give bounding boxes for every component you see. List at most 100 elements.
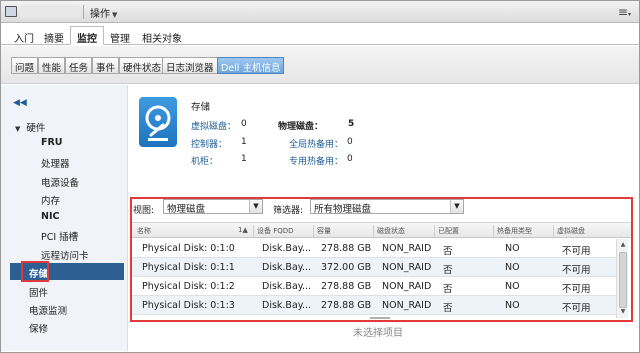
- column-header-name[interactable]: 名称: [137, 226, 151, 236]
- kv-value: 1: [241, 154, 247, 164]
- tab-related-objects[interactable]: 相关对象: [135, 26, 189, 45]
- cell-name: Physical Disk: 0:1:2: [142, 281, 235, 292]
- kv-label: 物理磁盘：: [278, 122, 324, 132]
- nav-item-pci-slots[interactable]: PCI 插槽: [41, 229, 78, 243]
- actions-menu-label: 操作: [90, 9, 110, 20]
- column-header-hot-spare-type[interactable]: 热备用类型: [497, 226, 532, 236]
- kv-physical-disks: 物理磁盘： 5: [278, 119, 354, 132]
- kv-label: 控制器：: [191, 140, 228, 150]
- chevron-down-icon: ▼: [450, 200, 463, 213]
- kv-value: 0: [347, 154, 353, 164]
- sort-indicator[interactable]: 1▲: [238, 226, 248, 234]
- tab-issues[interactable]: 问题: [11, 57, 39, 74]
- kv-label: 专用热备用：: [289, 157, 344, 167]
- cell-configured: 否: [443, 246, 453, 257]
- tab-dell-host-info[interactable]: Dell 主机信息: [217, 57, 285, 74]
- filter-row: 视图: 物理磁盘 ▼ 筛选器: 所有物理磁盘 ▼: [132, 199, 631, 217]
- cell-disk-status: NON_RAID: [382, 262, 432, 273]
- kv-controllers: 控制器： 1: [191, 137, 247, 150]
- tab-getting-started[interactable]: 入门: [7, 26, 41, 45]
- cell-capacity: 278.88 GB: [321, 281, 372, 292]
- cell-fqdd: Disk.Bay....: [262, 262, 312, 273]
- grid-scrollbar[interactable]: ▲ ▼: [616, 239, 628, 318]
- cell-disk-status: NON_RAID: [382, 281, 432, 292]
- cell-hot-spare: NO: [505, 300, 520, 311]
- tab-manage[interactable]: 管理: [103, 26, 137, 45]
- table-row[interactable]: Physical Disk: 0:1:0 Disk.Bay.... 278.88…: [132, 239, 616, 258]
- tab-monitor[interactable]: 监控: [70, 26, 104, 45]
- column-header-fqdd[interactable]: 设备 FQDD: [257, 226, 294, 236]
- kv-virtual-disks: 虚拟磁盘： 0: [191, 119, 247, 132]
- cell-configured: 否: [443, 303, 453, 314]
- cell-disk-status: NON_RAID: [382, 300, 432, 311]
- expand-triangle-icon: ▼: [15, 125, 21, 133]
- nav-item-power-supply[interactable]: 电源设备: [41, 175, 79, 189]
- no-selection-text: 未选择项目: [353, 328, 403, 339]
- collapse-panel-icon[interactable]: ◀◀: [13, 98, 27, 108]
- column-divider: [253, 225, 254, 237]
- tab-performance[interactable]: 性能: [38, 57, 66, 74]
- column-header-capacity[interactable]: 容量: [317, 226, 331, 236]
- nav-item-remote-access-card[interactable]: 远程访问卡: [41, 248, 89, 262]
- nav-group-hardware[interactable]: ▼ 硬件: [15, 120, 45, 134]
- nav-item-warranty[interactable]: 保修: [29, 321, 48, 335]
- cell-hot-spare: NO: [505, 281, 520, 292]
- scroll-down-icon[interactable]: ▼: [618, 307, 628, 317]
- filter-label: 筛选器:: [273, 206, 304, 216]
- nav-item-power-monitoring[interactable]: 电源监测: [29, 303, 67, 317]
- cell-capacity: 278.88 GB: [321, 243, 372, 254]
- column-header-disk-status[interactable]: 磁盘状态: [377, 226, 405, 236]
- nav-item-fru[interactable]: FRU: [41, 137, 63, 148]
- tab-summary[interactable]: 摘要: [37, 26, 71, 45]
- column-divider: [493, 225, 494, 237]
- kv-value: 0: [241, 119, 247, 129]
- tab-tasks[interactable]: 任务: [65, 57, 93, 74]
- cell-configured: 否: [443, 284, 453, 295]
- hard-disk-icon: [139, 97, 177, 147]
- kv-value: 5: [348, 119, 355, 129]
- app-frame: ████████ 操作▼ ≡▾ 入门 摘要 监控 管理 相关对象 问题 性能 任…: [0, 0, 640, 353]
- highlight-box-storage: [21, 261, 49, 282]
- tab-events[interactable]: 事件: [92, 57, 120, 74]
- cell-fqdd: Disk.Bay....: [262, 243, 312, 254]
- cell-hot-spare: NO: [505, 262, 520, 273]
- cell-fqdd: Disk.Bay....: [262, 300, 312, 311]
- chevron-down-icon: ▼: [249, 200, 262, 213]
- table-row[interactable]: Physical Disk: 0:1:3 Disk.Bay.... 278.88…: [132, 296, 616, 315]
- nav-item-firmware[interactable]: 固件: [29, 285, 48, 299]
- host-name[interactable]: ████████: [20, 5, 80, 18]
- cell-virtual-disk: 不可用: [562, 284, 591, 295]
- column-divider: [313, 225, 314, 237]
- column-divider: [434, 225, 435, 237]
- cell-capacity: 278.88 GB: [321, 300, 372, 311]
- toolbar-divider: [83, 5, 84, 19]
- column-header-configured[interactable]: 已配置: [438, 226, 459, 236]
- nav-group-label: 硬件: [26, 123, 46, 134]
- scroll-up-icon[interactable]: ▲: [618, 240, 628, 250]
- tab-log-browser[interactable]: 日志浏览器: [162, 57, 218, 74]
- cell-fqdd: Disk.Bay....: [262, 281, 312, 292]
- disk-grid: 名称 1▲ 设备 FQDD 容量 磁盘状态 已配置 热备用类型 虚拟磁盘 Phy…: [132, 222, 631, 318]
- filter-select[interactable]: 所有物理磁盘 ▼: [310, 199, 464, 215]
- column-header-virtual-disk[interactable]: 虚拟磁盘: [557, 226, 585, 236]
- table-row[interactable]: Physical Disk: 0:1:1 Disk.Bay.... 372.00…: [132, 258, 616, 277]
- table-row[interactable]: Physical Disk: 0:1:2 Disk.Bay.... 278.88…: [132, 277, 616, 296]
- list-menu-icon[interactable]: ≡▾: [618, 5, 631, 19]
- nav-item-nic[interactable]: NIC: [41, 211, 59, 222]
- splitter-handle[interactable]: [370, 317, 390, 319]
- kv-value: 0: [347, 137, 353, 147]
- tab-hardware-status[interactable]: 硬件状态: [119, 57, 166, 74]
- view-select[interactable]: 物理磁盘 ▼: [163, 199, 263, 215]
- cell-name: Physical Disk: 0:1:1: [142, 262, 235, 273]
- kv-label: 虚拟磁盘：: [191, 122, 237, 132]
- scroll-thumb[interactable]: [619, 252, 627, 308]
- column-divider: [373, 225, 374, 237]
- nav-item-processor[interactable]: 处理器: [41, 156, 70, 170]
- cell-virtual-disk: 不可用: [562, 303, 591, 314]
- cell-configured: 否: [443, 265, 453, 276]
- nav-item-memory[interactable]: 内存: [41, 193, 60, 207]
- actions-menu[interactable]: 操作 ▼: [90, 5, 117, 20]
- cell-hot-spare: NO: [505, 243, 520, 254]
- view-label: 视图:: [133, 206, 155, 216]
- kv-global-hot-spare: 全局热备用： 0: [289, 137, 353, 150]
